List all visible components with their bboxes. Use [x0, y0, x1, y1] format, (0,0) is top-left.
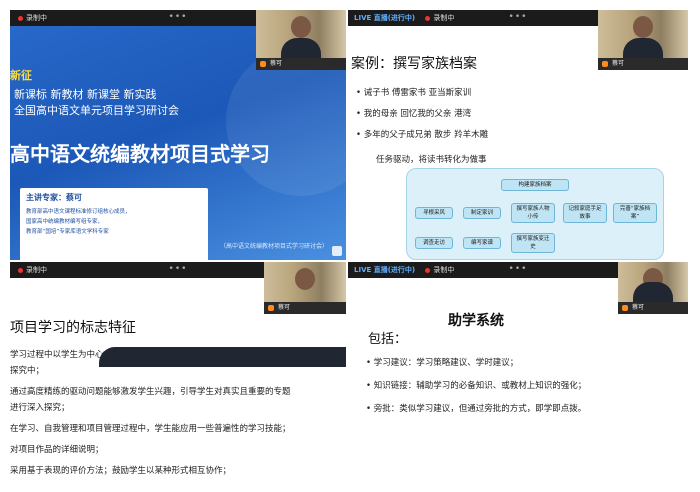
meeting-panel-4: LIVE 直播(进行中) 录制中 ••• 助学系统 包括： 学习建议：学习策略建…	[348, 262, 688, 492]
mic-icon	[622, 305, 628, 311]
slide-tag: 新征	[10, 69, 32, 82]
live-status: LIVE 直播(进行中)	[354, 266, 416, 274]
record-dot-icon	[425, 15, 431, 21]
list-item: 知识链接：辅助学习的必备知识、或教材上知识的强化；	[366, 379, 587, 391]
expert-heading: 主讲专家：蔡可	[26, 193, 82, 202]
slide-title: 项目学习的标志特征	[10, 320, 136, 336]
slide-title: 助学系统	[448, 313, 504, 329]
expert-card: 主讲专家：蔡可 教育部高中语文课程标准修订组核心成员， 国家高中统编教材编写组专…	[20, 188, 208, 260]
expert-line: 教育部高中语文课程标准修订组核心成员，	[26, 209, 131, 215]
mic-icon	[260, 61, 266, 67]
bullet-list: 诫子书 傅雷家书 亚当斯家训 我的母亲 回忆我的父亲 港湾 多年的父子成兄弟 散…	[356, 86, 488, 149]
speaker-head	[291, 16, 311, 38]
diagram-node: 撰写家族变迁史	[511, 233, 555, 253]
expert-line: 教育部“国培”专家库语文学科专家	[26, 229, 109, 235]
recording-indicator: 录制中	[425, 10, 454, 26]
speaker-head	[295, 268, 315, 290]
recording-indicator: 录制中	[18, 262, 47, 278]
speaker-head	[633, 16, 653, 38]
body-line: 通过高度精练的驱动问题能够激发学生兴趣，引导学生对真实且重要的专题	[10, 387, 291, 397]
diagram-root-node: 构建家族档案	[501, 179, 569, 191]
speaker-body	[99, 347, 346, 367]
live-status: LIVE 直播(进行中)	[354, 14, 416, 22]
diagram-node: 制定家训	[463, 207, 501, 219]
list-item: 旁批：类似学习建议，但通过旁批的方式，即学即点拨。	[366, 402, 587, 414]
diagram-node: 寻根采风	[415, 207, 453, 219]
recording-indicator: 录制中	[18, 10, 47, 26]
list-item: 多年的父子成兄弟 散步 羚羊木雕	[356, 128, 488, 140]
speaker-body	[281, 38, 321, 58]
meeting-panel-1: 录制中 ••• 新征 新课标 新教材 新课堂 新实践 全国高中语文单元项目学习研…	[10, 10, 346, 260]
speaker-name: 蔡可	[598, 58, 688, 70]
list-item: 我的母亲 回忆我的父亲 港湾	[356, 107, 488, 119]
slide-subtitle: 新课标 新教材 新课堂 新实践	[14, 88, 157, 101]
slide-body: 学习过程中以学生为中心，使学生参与到某学科的核心知识、概念与原理的 探究中； 通…	[10, 347, 340, 484]
more-options-icon[interactable]: •••	[509, 10, 528, 24]
diagram-node: 撰写家族人物小传	[511, 203, 555, 223]
speaker-video-tile[interactable]: 38 蔡可	[256, 10, 346, 71]
slide-title: 案例：撰写家族档案	[351, 56, 477, 72]
body-line: 采用基于表现的评价方法；鼓励学生以某种形式相互协作；	[10, 466, 232, 476]
speaker-name: 蔡可	[264, 302, 346, 314]
slide-event-name: 全国高中语文单元项目学习研讨会	[14, 104, 179, 117]
speaker-video-tile[interactable]: 蔡可	[99, 262, 346, 367]
record-dot-icon	[18, 15, 23, 21]
speaker-video-tile[interactable]: 蔡可	[598, 10, 688, 70]
record-dot-icon	[18, 267, 23, 273]
diagram-node: 调查走访	[415, 237, 453, 249]
project-diagram: 构建家族档案 寻根采风 制定家训 撰写家族人物小传 记叙家庭手足故事 完善“家族…	[406, 168, 664, 260]
list-item: 学习建议：学习策略建议、学时建议；	[366, 356, 586, 368]
slide-subtitle: 包括：	[368, 332, 408, 347]
slide-footnote: （高中语文统编教材项目式学习研讨会）	[219, 243, 328, 250]
speaker-video-tile[interactable]: 蔡可	[618, 262, 688, 314]
slide-title: 高中语文统编教材项目式学习	[10, 142, 270, 166]
body-line: 进行深入探究；	[10, 403, 70, 413]
speaker-body	[623, 38, 663, 58]
more-options-icon[interactable]: •••	[509, 262, 528, 276]
meeting-panel-2: LIVE 直播(进行中) 录制中 ••• 案例：撰写家族档案 诫子书 傅雷家书 …	[348, 10, 688, 260]
mic-icon	[602, 61, 608, 67]
meeting-panel-3: 录制中 ••• 项目学习的标志特征 学习过程中以学生为中心，使学生参与到某学科的…	[10, 262, 346, 492]
more-options-icon[interactable]: •••	[169, 10, 188, 24]
recording-indicator: 录制中	[425, 262, 454, 278]
bullet-list: 学习建议：学习策略建议、学时建议； 知识链接：辅助学习的必备知识、或教材上知识的…	[366, 356, 587, 425]
fullscreen-icon[interactable]	[332, 246, 342, 256]
expert-line: 国家高中统编教材编写组专家，	[26, 219, 104, 225]
body-line: 在学习、自我管理和项目管理过程中，学生能应用一些普遍性的学习技能；	[10, 424, 291, 434]
more-options-icon[interactable]: •••	[169, 262, 188, 276]
speaker-name: 蔡可	[256, 58, 346, 70]
list-item: 诫子书 傅雷家书 亚当斯家训	[356, 86, 488, 98]
diagram-node: 编写家谱	[463, 237, 501, 249]
speaker-body	[633, 282, 673, 302]
diagram-node: 记叙家庭手足故事	[563, 203, 607, 223]
diagram-node: 完善“家族档案”	[613, 203, 657, 223]
mic-icon	[268, 305, 274, 311]
record-dot-icon	[425, 267, 431, 273]
task-note: 任务驱动，将读书转化为做事	[376, 155, 487, 165]
speaker-name: 蔡可	[618, 302, 688, 314]
body-line: 对项目作品的详细说明；	[10, 445, 104, 455]
